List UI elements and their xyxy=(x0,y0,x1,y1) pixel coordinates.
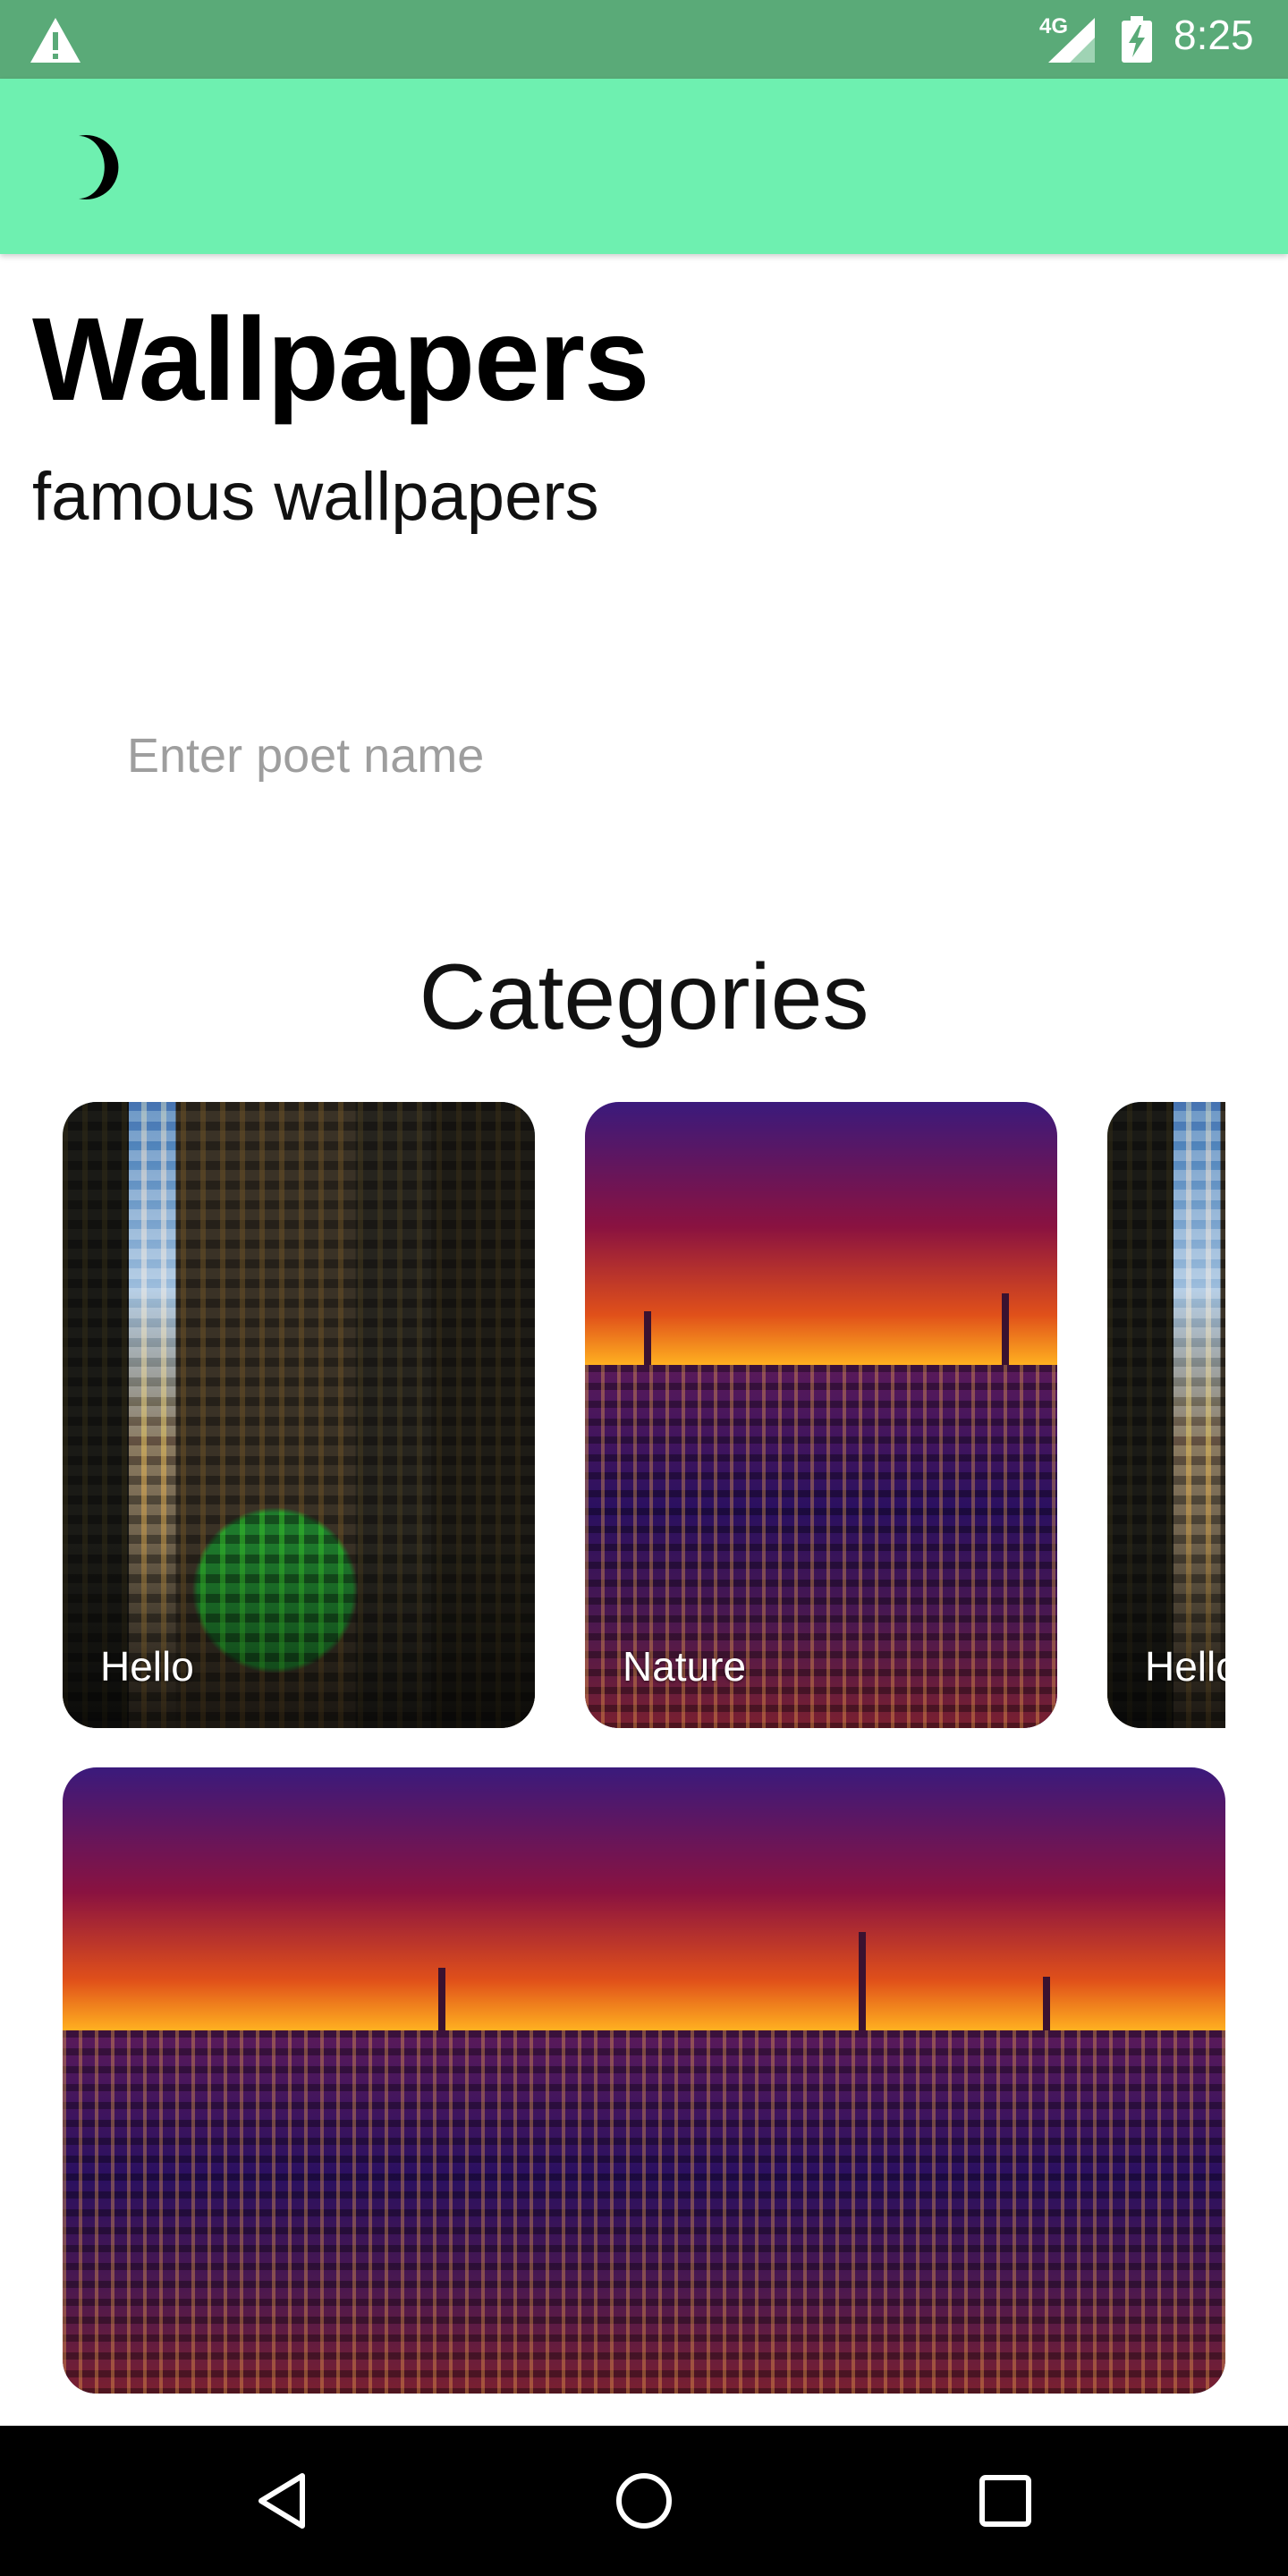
back-icon[interactable] xyxy=(250,2469,315,2533)
battery-charging-icon xyxy=(1122,16,1152,63)
status-bar: 4G 8:25 xyxy=(0,0,1288,79)
recents-icon[interactable] xyxy=(973,2469,1038,2533)
category-image xyxy=(585,1102,1057,1728)
category-label: Hello xyxy=(100,1643,194,1690)
page-subtitle: famous wallpapers xyxy=(32,459,599,535)
categories-title: Categories xyxy=(419,945,869,1049)
moon-icon[interactable] xyxy=(59,132,122,202)
featured-wallpaper[interactable] xyxy=(63,1767,1225,2394)
featured-image xyxy=(63,1767,1225,2394)
home-icon[interactable] xyxy=(612,2469,676,2533)
category-card[interactable]: Hello xyxy=(1107,1102,1225,1728)
clock: 8:25 xyxy=(1174,12,1254,58)
category-image xyxy=(1107,1102,1225,1728)
category-card[interactable]: Nature xyxy=(585,1102,1057,1728)
warning-icon xyxy=(30,18,80,63)
page-title: Wallpapers xyxy=(32,293,649,425)
category-carousel[interactable]: Hello Nature Hello xyxy=(63,1102,1225,1728)
signal-icon xyxy=(1048,18,1095,63)
category-card[interactable]: Hello xyxy=(63,1102,535,1728)
search-input[interactable] xyxy=(125,710,1166,801)
app-bar xyxy=(0,79,1288,254)
category-image xyxy=(63,1102,535,1728)
category-label: Nature xyxy=(623,1643,747,1690)
system-nav-bar xyxy=(0,2426,1288,2576)
category-label: Hello xyxy=(1145,1643,1225,1690)
